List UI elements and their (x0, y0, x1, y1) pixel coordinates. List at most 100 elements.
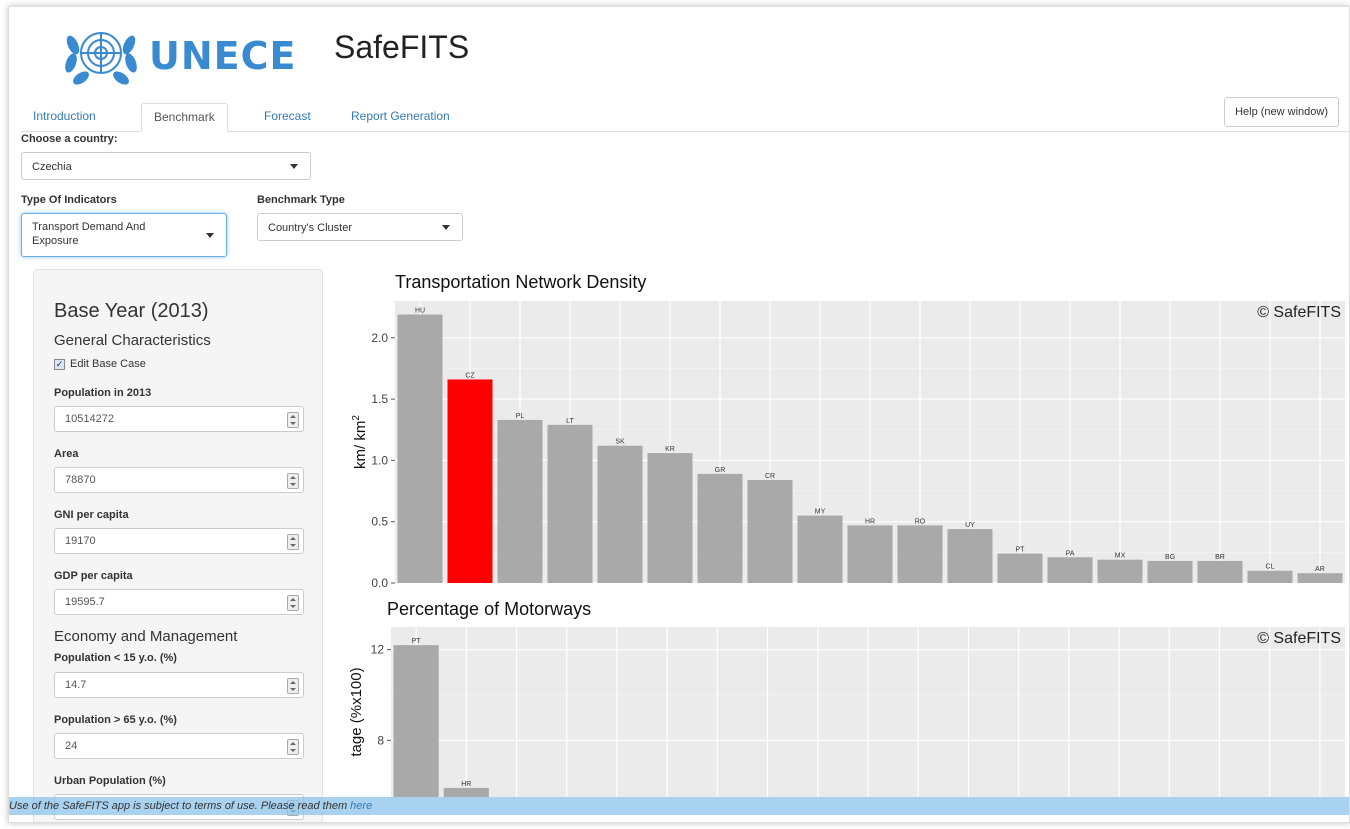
indicator-type-value-line1: Transport Demand And (32, 221, 146, 233)
tab-benchmark[interactable]: Benchmark (141, 103, 228, 132)
y-axis-label: tage (%x100) (348, 667, 365, 756)
stepper-icon[interactable] (287, 678, 299, 694)
bar-br (1197, 560, 1243, 583)
area-label: Area (54, 448, 79, 460)
stepper-icon[interactable] (287, 473, 299, 489)
bar-label-cz: CZ (465, 372, 475, 379)
y-tick-label: 0.5 (371, 515, 388, 529)
country-select[interactable]: Czechia (21, 152, 311, 180)
density-chart: 0.0 0.5 1.0 1.5 2.0 HU CZ PL LT SK KR GR CR MY HR RO UY P… (351, 301, 1345, 590)
pop-over-65-value: 24 (65, 740, 78, 752)
area-value: 78870 (65, 474, 96, 486)
bar-pt (393, 645, 439, 797)
urban-population-label: Urban Population (%) (54, 775, 166, 787)
watermark-text: © SafeFITS (1257, 630, 1341, 647)
gni-label: GNI per capita (54, 509, 129, 521)
benchmark-type-select[interactable]: Country's Cluster (257, 213, 463, 241)
gdp-input[interactable]: 19595.7 (54, 589, 304, 615)
bar-label-ro: RO (915, 518, 926, 525)
tab-forecast[interactable]: Forecast (252, 103, 323, 130)
economy-management-heading: Economy and Management (54, 628, 238, 645)
chart-title-motorways: Percentage of Motorways (387, 599, 592, 619)
bar-label-mx: MX (1115, 553, 1126, 560)
general-characteristics-heading: General Characteristics (54, 332, 211, 349)
pop-over-65-label: Population > 65 y.o. (%) (54, 714, 177, 726)
checkbox-checked-icon[interactable]: ✓ (54, 358, 65, 370)
bar-label-pa: PA (1066, 550, 1075, 557)
bar-label-uy: UY (965, 522, 975, 529)
terms-link[interactable]: here (350, 800, 372, 812)
bar-lt (547, 424, 593, 583)
bar-my (797, 515, 843, 583)
app-header: UNECE SafeFITS (49, 15, 1249, 95)
y-tick-label: 12 (371, 643, 385, 657)
pop-under-15-value: 14.7 (65, 679, 87, 691)
bar-ar (1297, 573, 1343, 583)
bar-gr (697, 473, 743, 583)
bar-cl (1247, 570, 1293, 583)
country-select-value: Czechia (32, 161, 72, 173)
tab-report-generation[interactable]: Report Generation (339, 103, 462, 130)
bar-hr (443, 787, 489, 797)
y-tick-label: 1.0 (371, 453, 388, 467)
gdp-label: GDP per capita (54, 570, 133, 582)
y-tick-label: 2.0 (371, 331, 388, 345)
gdp-value: 19595.7 (65, 596, 105, 608)
bar-label-kr: KR (665, 446, 675, 453)
benchmark-type-label: Benchmark Type (257, 194, 345, 206)
population-label: Population in 2013 (54, 387, 152, 399)
pop-under-15-label: Population < 15 y.o. (%) (54, 652, 177, 664)
y-axis-label: km/ km2 (351, 415, 369, 469)
edit-base-case-label: Edit Base Case (70, 358, 146, 370)
bar-kr (647, 453, 693, 583)
bar-label-pl: PL (516, 413, 525, 420)
stepper-icon[interactable] (287, 534, 299, 550)
stepper-icon[interactable] (287, 595, 299, 611)
y-tick-label: 1.5 (371, 392, 388, 406)
logo-text: UNECE (149, 34, 297, 78)
population-input[interactable]: 10514272 (54, 406, 304, 432)
benchmark-type-value: Country's Cluster (268, 222, 353, 234)
bar-label-pt: PT (412, 638, 422, 645)
y-tick-label: 8 (377, 733, 384, 747)
watermark-text: © SafeFITS (1257, 304, 1341, 321)
stepper-icon[interactable] (287, 412, 299, 428)
pop-over-65-input[interactable]: 24 (54, 733, 304, 759)
bar-mx (1097, 559, 1143, 583)
chevron-down-icon (442, 225, 450, 230)
chevron-down-icon (206, 233, 214, 238)
bar-cr (747, 480, 793, 583)
bar-label-hu: HU (415, 307, 425, 314)
un-emblem-icon (65, 32, 137, 85)
base-year-title: Base Year (2013) (54, 300, 209, 322)
bar-label-ar: AR (1315, 566, 1325, 573)
pop-under-15-input[interactable]: 14.7 (54, 672, 304, 698)
bar-label-hr: HR (461, 781, 471, 788)
gni-input[interactable]: 19170 (54, 528, 304, 554)
population-value: 10514272 (65, 413, 114, 425)
bar-label-sk: SK (615, 439, 625, 446)
indicator-type-label: Type Of Indicators (21, 194, 117, 206)
bar-label-br: BR (1215, 554, 1225, 561)
tab-bar: Introduction Benchmark Forecast Report G… (21, 99, 1349, 132)
stepper-icon[interactable] (287, 739, 299, 755)
tab-introduction[interactable]: Introduction (21, 103, 108, 130)
terms-notice-text: Use of the SafeFITS app is subject to te… (9, 800, 351, 812)
indicator-type-value-line2: Exposure (32, 235, 79, 247)
bar-hr (847, 525, 893, 583)
area-input[interactable]: 78870 (54, 467, 304, 493)
bar-pl (497, 419, 543, 583)
bar-sk (597, 445, 643, 583)
help-button[interactable]: Help (new window) (1224, 97, 1339, 127)
edit-base-case-checkbox[interactable]: ✓ Edit Base Case (54, 358, 146, 370)
bar-label-bg: BG (1165, 554, 1175, 561)
bar-uy (947, 529, 993, 583)
unece-logo: UNECE (61, 23, 296, 89)
app-window: UNECE SafeFITS Introduction Benchmark Fo… (8, 6, 1350, 823)
gni-value: 19170 (65, 535, 96, 547)
bar-label-gr: GR (715, 467, 726, 474)
bar-label-hr: HR (865, 518, 875, 525)
bar-label-pt: PT (1016, 547, 1026, 554)
indicator-type-select[interactable]: Transport Demand And Exposure (21, 213, 227, 257)
bar-ro (897, 525, 943, 583)
